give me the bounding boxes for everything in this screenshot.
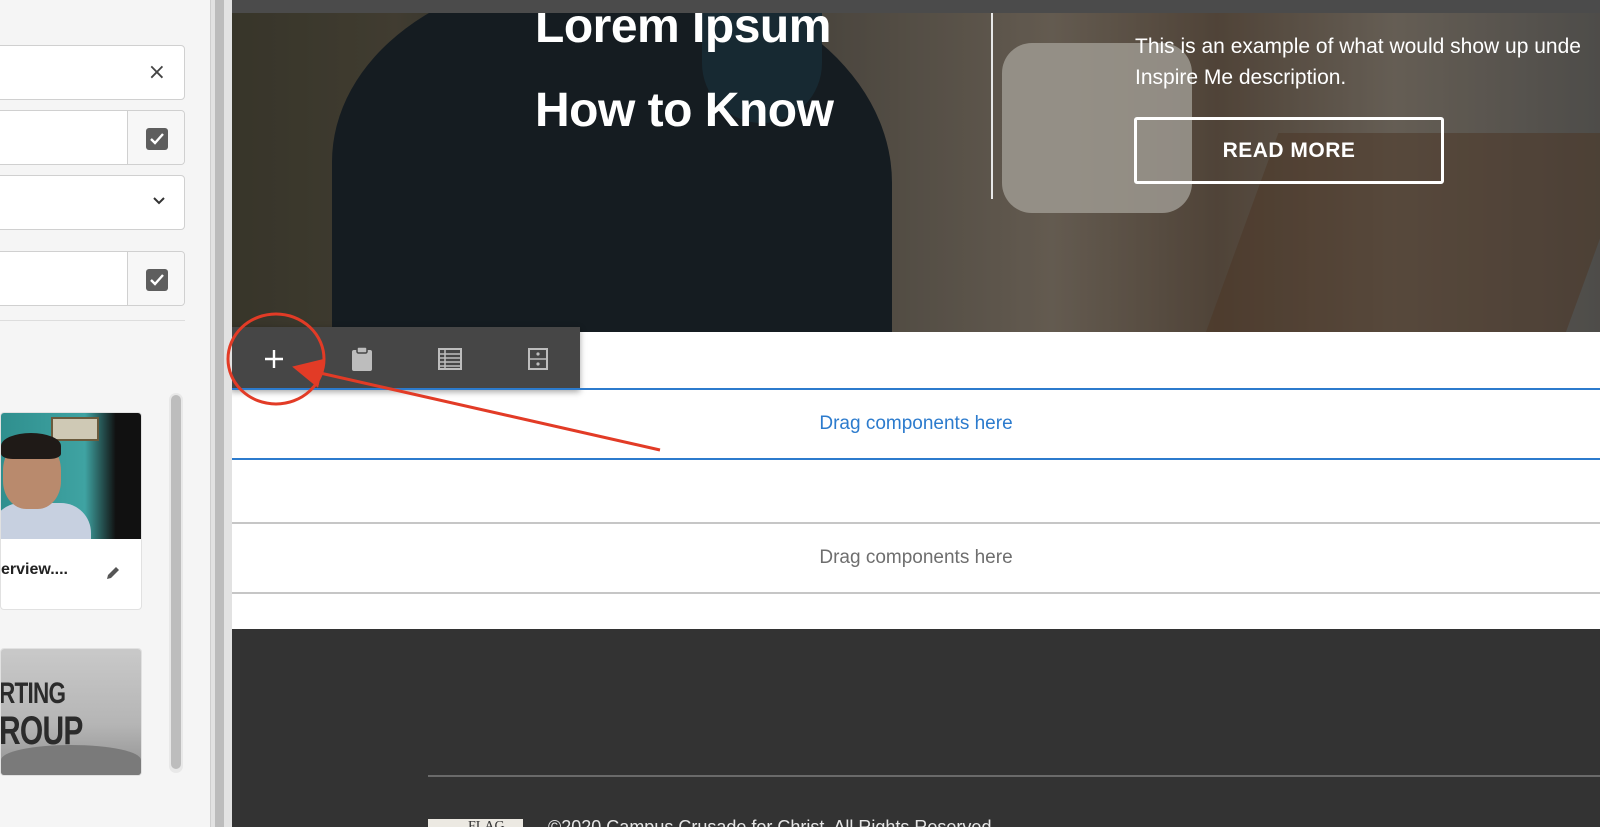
checkbox-checked-icon[interactable] bbox=[146, 269, 168, 291]
scrollbar-thumb[interactable] bbox=[171, 395, 181, 769]
scrollbar[interactable] bbox=[169, 393, 183, 773]
footer-copyright: ©2020 Campus Crusade for Christ. All Rig… bbox=[548, 817, 997, 827]
page-canvas: Lorem Ipsum How to Know This is an examp… bbox=[232, 0, 1600, 827]
table-icon bbox=[438, 347, 462, 370]
hero-divider bbox=[991, 13, 993, 199]
asset-label: erview.... bbox=[1, 539, 141, 609]
drop-zone-active[interactable]: Drag components here bbox=[232, 388, 1600, 460]
asset-card-image[interactable]: RTING ROUP bbox=[0, 648, 142, 776]
hero-description-line2: Inspire Me description. bbox=[1135, 66, 1347, 89]
footer-logo: FLAG bbox=[428, 819, 523, 827]
insert-component-button[interactable] bbox=[232, 327, 318, 390]
layout-icon bbox=[528, 347, 548, 370]
canvas-top-bar bbox=[232, 0, 1600, 13]
asset-thumbnail: RTING ROUP bbox=[1, 649, 141, 775]
footer-divider bbox=[428, 775, 1600, 777]
divider bbox=[0, 320, 185, 321]
plus-icon bbox=[265, 349, 283, 368]
thumbnail-text: RTING bbox=[1, 677, 66, 710]
hero-title-line1: Lorem Ipsum bbox=[535, 13, 831, 53]
hero-banner[interactable]: Lorem Ipsum How to Know This is an examp… bbox=[232, 13, 1600, 332]
drop-zone[interactable]: Drag components here bbox=[232, 522, 1600, 594]
type-dropdown[interactable] bbox=[0, 175, 185, 230]
hero-description: This is an example of what would show up… bbox=[1135, 31, 1600, 93]
asset-title: erview.... bbox=[1, 561, 68, 578]
checkbox-checked-icon[interactable] bbox=[146, 128, 168, 150]
layout-button[interactable] bbox=[494, 327, 582, 390]
checkbox-cell bbox=[127, 111, 184, 164]
hero-title-line2: How to Know bbox=[535, 84, 834, 137]
clear-icon[interactable]: × bbox=[148, 60, 166, 85]
hero-description-line1: This is an example of what would show up… bbox=[1135, 35, 1581, 58]
clipboard-icon bbox=[352, 345, 372, 371]
filter-field-2[interactable] bbox=[0, 251, 185, 306]
checkbox-cell bbox=[127, 252, 184, 305]
panel-resize-handle[interactable] bbox=[210, 0, 232, 827]
read-more-button[interactable]: READ MORE bbox=[1134, 117, 1444, 184]
chevron-down-icon bbox=[153, 197, 165, 205]
component-toolbar bbox=[232, 327, 580, 390]
page-footer: FLAG ©2020 Campus Crusade for Christ. Al… bbox=[232, 629, 1600, 827]
paste-button[interactable] bbox=[318, 327, 406, 390]
side-panel: × erview.... RTING ROUP bbox=[0, 0, 210, 827]
asset-card-video[interactable]: erview.... bbox=[0, 412, 142, 610]
filter-field-1[interactable] bbox=[0, 110, 185, 165]
asset-thumbnail bbox=[1, 413, 141, 539]
pencil-icon[interactable] bbox=[105, 565, 121, 581]
search-field[interactable]: × bbox=[0, 45, 185, 100]
parent-button[interactable] bbox=[406, 327, 494, 390]
